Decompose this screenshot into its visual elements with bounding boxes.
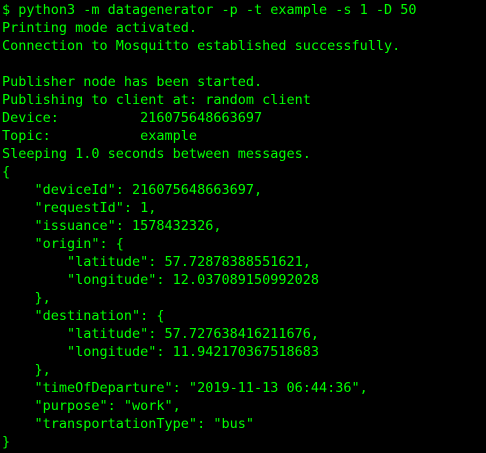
output-line-connection: Connection to Mosquitto established succ… <box>2 38 401 54</box>
json-close-brace: } <box>2 434 11 450</box>
json-transportation-type: "transportationType": "bus" <box>2 416 254 432</box>
output-line-sleeping: Sleeping 1.0 seconds between messages. <box>2 146 311 162</box>
terminal-window[interactable]: $ python3 -m datagenerator -p -t example… <box>0 0 486 453</box>
json-destination-close: }, <box>2 362 51 378</box>
json-origin-open: "origin": { <box>2 236 124 252</box>
output-line-publisher-started: Publisher node has been started. <box>2 74 263 90</box>
output-line-topic: Topic: example <box>2 128 198 144</box>
json-origin-close: }, <box>2 290 51 306</box>
json-request-id: "requestId": 1, <box>2 200 157 216</box>
json-destination-latitude: "latitude": 57.727638416211676, <box>2 326 319 342</box>
output-line-publishing-client: Publishing to client at: random client <box>2 92 311 108</box>
json-origin-latitude: "latitude": 57.72878388551621, <box>2 254 311 270</box>
output-line-device: Device: 216075648663697 <box>2 110 263 126</box>
json-device-id: "deviceId": 216075648663697, <box>2 182 263 198</box>
json-time-of-departure: "timeOfDeparture": "2019-11-13 06:44:36"… <box>2 380 368 396</box>
output-line-printing-mode: Printing mode activated. <box>2 20 198 36</box>
command-line: $ python3 -m datagenerator -p -t example… <box>2 2 417 18</box>
json-issuance: "issuance": 1578432326, <box>2 218 222 234</box>
json-destination-open: "destination": { <box>2 308 165 324</box>
json-destination-longitude: "longitude": 11.942170367518683 <box>2 344 319 360</box>
json-purpose: "purpose": "work", <box>2 398 181 414</box>
json-open-brace: { <box>2 164 11 180</box>
output-line-blank <box>2 55 486 73</box>
json-origin-longitude: "longitude": 12.037089150992028 <box>2 272 319 288</box>
